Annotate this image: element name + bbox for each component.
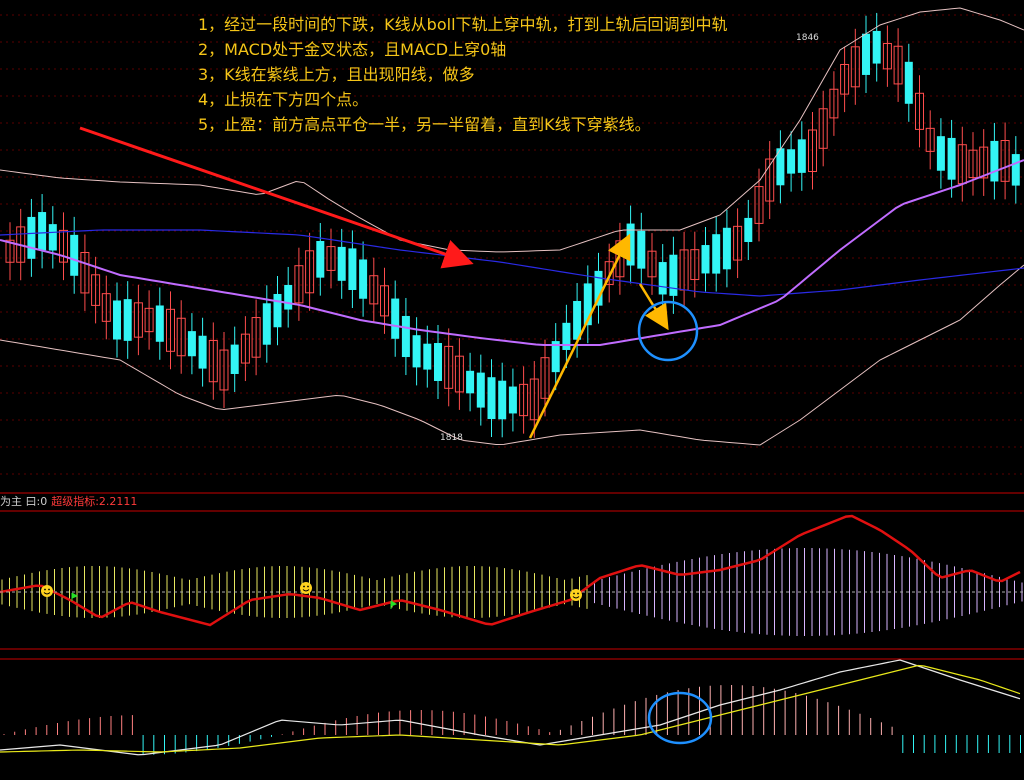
candle-body bbox=[187, 331, 196, 357]
note-line: 5，止盈：前方高点平仓一半，另一半留着，直到K线下穿紫线。 bbox=[198, 115, 651, 134]
candle-body bbox=[904, 61, 913, 104]
candle-body bbox=[487, 377, 496, 420]
macd-histogram bbox=[3, 685, 1021, 755]
boll-middle-band bbox=[0, 229, 1024, 297]
note-line: 4，止损在下方四个点。 bbox=[198, 90, 369, 109]
indicator-label: 为主 曰:0 bbox=[0, 495, 48, 508]
candle-body bbox=[284, 284, 293, 310]
candle-body bbox=[434, 343, 442, 381]
candle-body bbox=[1011, 154, 1020, 186]
green-flag-icon bbox=[71, 592, 79, 601]
smiley-icon bbox=[570, 589, 582, 601]
super-indicator-line bbox=[0, 514, 1021, 627]
candle-body bbox=[498, 380, 507, 420]
candle-body bbox=[412, 335, 421, 368]
boll-lower-band bbox=[0, 264, 1024, 446]
candle-body bbox=[423, 343, 432, 370]
candle-body bbox=[701, 245, 710, 274]
candle-body bbox=[27, 216, 36, 259]
candle-body bbox=[637, 230, 646, 269]
smiley-icon bbox=[41, 585, 53, 597]
candle-body bbox=[123, 299, 132, 341]
red-trend-arrow bbox=[79, 126, 474, 269]
candle-body bbox=[787, 149, 796, 174]
yellow-arrow-up bbox=[528, 233, 631, 439]
indicator-title-bar: 为主 曰:0 超级指标:2.2111 bbox=[0, 494, 137, 510]
candle-body bbox=[230, 344, 239, 374]
macd-dif-line bbox=[0, 659, 1021, 756]
candle-body bbox=[797, 139, 806, 173]
smiley-icon bbox=[300, 582, 312, 594]
candle-body bbox=[862, 33, 870, 75]
candle-body bbox=[391, 298, 400, 339]
indicator-value: 超级指标:2.2111 bbox=[51, 495, 138, 508]
candle-body bbox=[466, 370, 475, 394]
candle-body bbox=[70, 234, 79, 276]
candle-body bbox=[273, 293, 282, 328]
macd-dea-line bbox=[0, 664, 1021, 753]
candle-body bbox=[476, 372, 485, 408]
candle-body bbox=[198, 335, 207, 369]
candle-body bbox=[990, 140, 999, 182]
candle-body bbox=[722, 227, 731, 270]
candle-body bbox=[669, 254, 678, 296]
candle-body bbox=[658, 262, 667, 295]
candle-body bbox=[401, 315, 410, 358]
candle-body bbox=[348, 248, 357, 290]
low-price-label: 1818 bbox=[440, 433, 463, 443]
candle-body bbox=[744, 217, 753, 243]
candle-body bbox=[48, 224, 57, 251]
high-price-label: 1846 bbox=[796, 33, 819, 43]
candle-body bbox=[262, 303, 271, 345]
candle-body bbox=[155, 305, 164, 342]
candle-body bbox=[337, 246, 346, 281]
candle-body bbox=[113, 300, 121, 340]
candle-body bbox=[947, 137, 956, 180]
note-line: 2，MACD处于金叉状态，且MACD上穿0轴 bbox=[198, 40, 507, 59]
candle-body bbox=[712, 234, 721, 274]
strategy-notes: 1，经过一段时间的下跌，K线从boll下轨上穿中轨，打到上轨后回调到中轨 2，M… bbox=[198, 12, 728, 137]
candle-body bbox=[38, 212, 47, 251]
candle-body bbox=[359, 259, 368, 299]
candle-body bbox=[316, 240, 325, 278]
candle-body bbox=[872, 30, 881, 64]
candle-body bbox=[936, 136, 945, 171]
note-line: 3，K线在紫线上方，且出现阳线，做多 bbox=[198, 65, 475, 84]
note-line: 1，经过一段时间的下跌，K线从boll下轨上穿中轨，打到上轨后回调到中轨 bbox=[198, 15, 728, 34]
candle-body bbox=[508, 386, 517, 414]
